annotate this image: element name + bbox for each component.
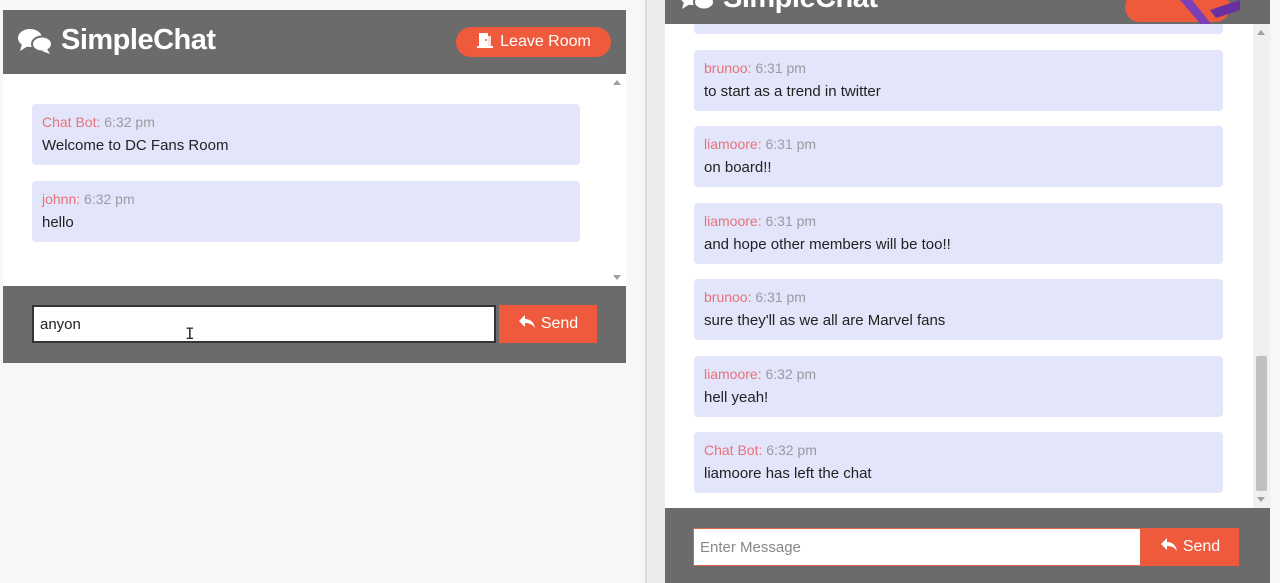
message: liamoore: 6:31 pm and hope other members… — [694, 203, 1223, 264]
message: brunoo: 6:31 pm sure they'll as we all a… — [694, 279, 1223, 340]
scroll-up-arrow[interactable] — [1257, 30, 1265, 35]
message — [694, 24, 1223, 34]
message-list[interactable]: Chat Bot: 6:32 pm Welcome to DC Fans Roo… — [3, 74, 626, 286]
app-logo: SimpleChat — [17, 24, 216, 57]
message-time: 6:32 pm — [104, 114, 155, 130]
chat-header: SimpleChat — [665, 0, 1270, 35]
message-author: brunoo: — [704, 289, 752, 305]
message-author: liamoore: — [704, 136, 762, 152]
message-text: hello — [42, 214, 74, 231]
app-logo: SimpleChat — [679, 0, 878, 15]
message-author: brunoo: — [704, 60, 752, 76]
message: johnn: 6:32 pm hello — [32, 181, 580, 242]
message-text: on board!! — [704, 159, 772, 176]
message-input[interactable] — [693, 528, 1141, 566]
message-author: Chat Bot: — [704, 442, 763, 458]
door-icon — [476, 31, 494, 54]
message-time: 6:32 pm — [84, 191, 135, 207]
message-text: to start as a trend in twitter — [704, 83, 881, 100]
scroll-down-arrow[interactable] — [1257, 497, 1265, 502]
message: Chat Bot: 6:32 pm liamoore has left the … — [694, 432, 1223, 493]
leave-room-label: Leave Room — [500, 33, 591, 50]
send-label: Send — [1182, 538, 1221, 555]
chat-window-right: SimpleChat brunoo: 6:31 pm to start as a… — [665, 0, 1280, 583]
message-text: liamoore has left the chat — [704, 465, 872, 482]
reply-icon — [518, 314, 536, 335]
message-composer: Send — [665, 508, 1270, 583]
message-text: Welcome to DC Fans Room — [42, 137, 229, 154]
app-title: SimpleChat — [723, 0, 878, 15]
message: liamoore: 6:31 pm on board!! — [694, 126, 1223, 187]
message-text: and hope other members will be too!! — [704, 236, 951, 253]
message-composer: Send — [3, 286, 626, 363]
text-cursor-icon: I — [185, 324, 195, 343]
scrollbar[interactable] — [609, 74, 626, 286]
message-author: liamoore: — [704, 366, 762, 382]
message: Chat Bot: 6:32 pm Welcome to DC Fans Roo… — [32, 104, 580, 165]
leave-room-button[interactable]: Leave Room — [456, 27, 611, 57]
message: liamoore: 6:32 pm hell yeah! — [694, 356, 1223, 417]
scrollbar-thumb[interactable] — [1256, 356, 1267, 491]
reply-icon — [1160, 537, 1178, 558]
message-input[interactable] — [32, 305, 496, 343]
send-label: Send — [540, 315, 579, 332]
message-time: 6:32 pm — [765, 366, 817, 382]
message-time: 6:32 pm — [766, 442, 817, 458]
message-author: johnn: — [42, 191, 81, 207]
window-divider — [645, 0, 665, 583]
message-time: 6:31 pm — [765, 136, 817, 152]
scrollbar[interactable] — [1253, 24, 1270, 508]
message: brunoo: 6:31 pm to start as a trend in t… — [694, 50, 1223, 111]
message-text: hell yeah! — [704, 389, 769, 406]
scroll-down-arrow[interactable] — [613, 275, 621, 280]
message-text: sure they'll as we all are Marvel fans — [704, 312, 946, 329]
send-button[interactable]: Send — [499, 305, 597, 343]
chat-header: SimpleChat Leave Room — [3, 10, 626, 74]
scroll-up-arrow[interactable] — [613, 80, 621, 85]
message-author: liamoore: — [704, 213, 762, 229]
chat-window-left: SimpleChat Leave Room Chat Bot: 6:32 pm … — [0, 0, 645, 583]
message-time: 6:31 pm — [755, 60, 806, 76]
comments-icon — [17, 27, 53, 55]
message-time: 6:31 pm — [765, 213, 817, 229]
send-button[interactable]: Send — [1141, 528, 1239, 566]
message-list[interactable]: brunoo: 6:31 pm to start as a trend in t… — [665, 24, 1270, 508]
message-author: Chat Bot: — [42, 114, 101, 130]
app-title: SimpleChat — [61, 24, 216, 56]
message-time: 6:31 pm — [755, 289, 806, 305]
comments-icon — [679, 0, 715, 13]
